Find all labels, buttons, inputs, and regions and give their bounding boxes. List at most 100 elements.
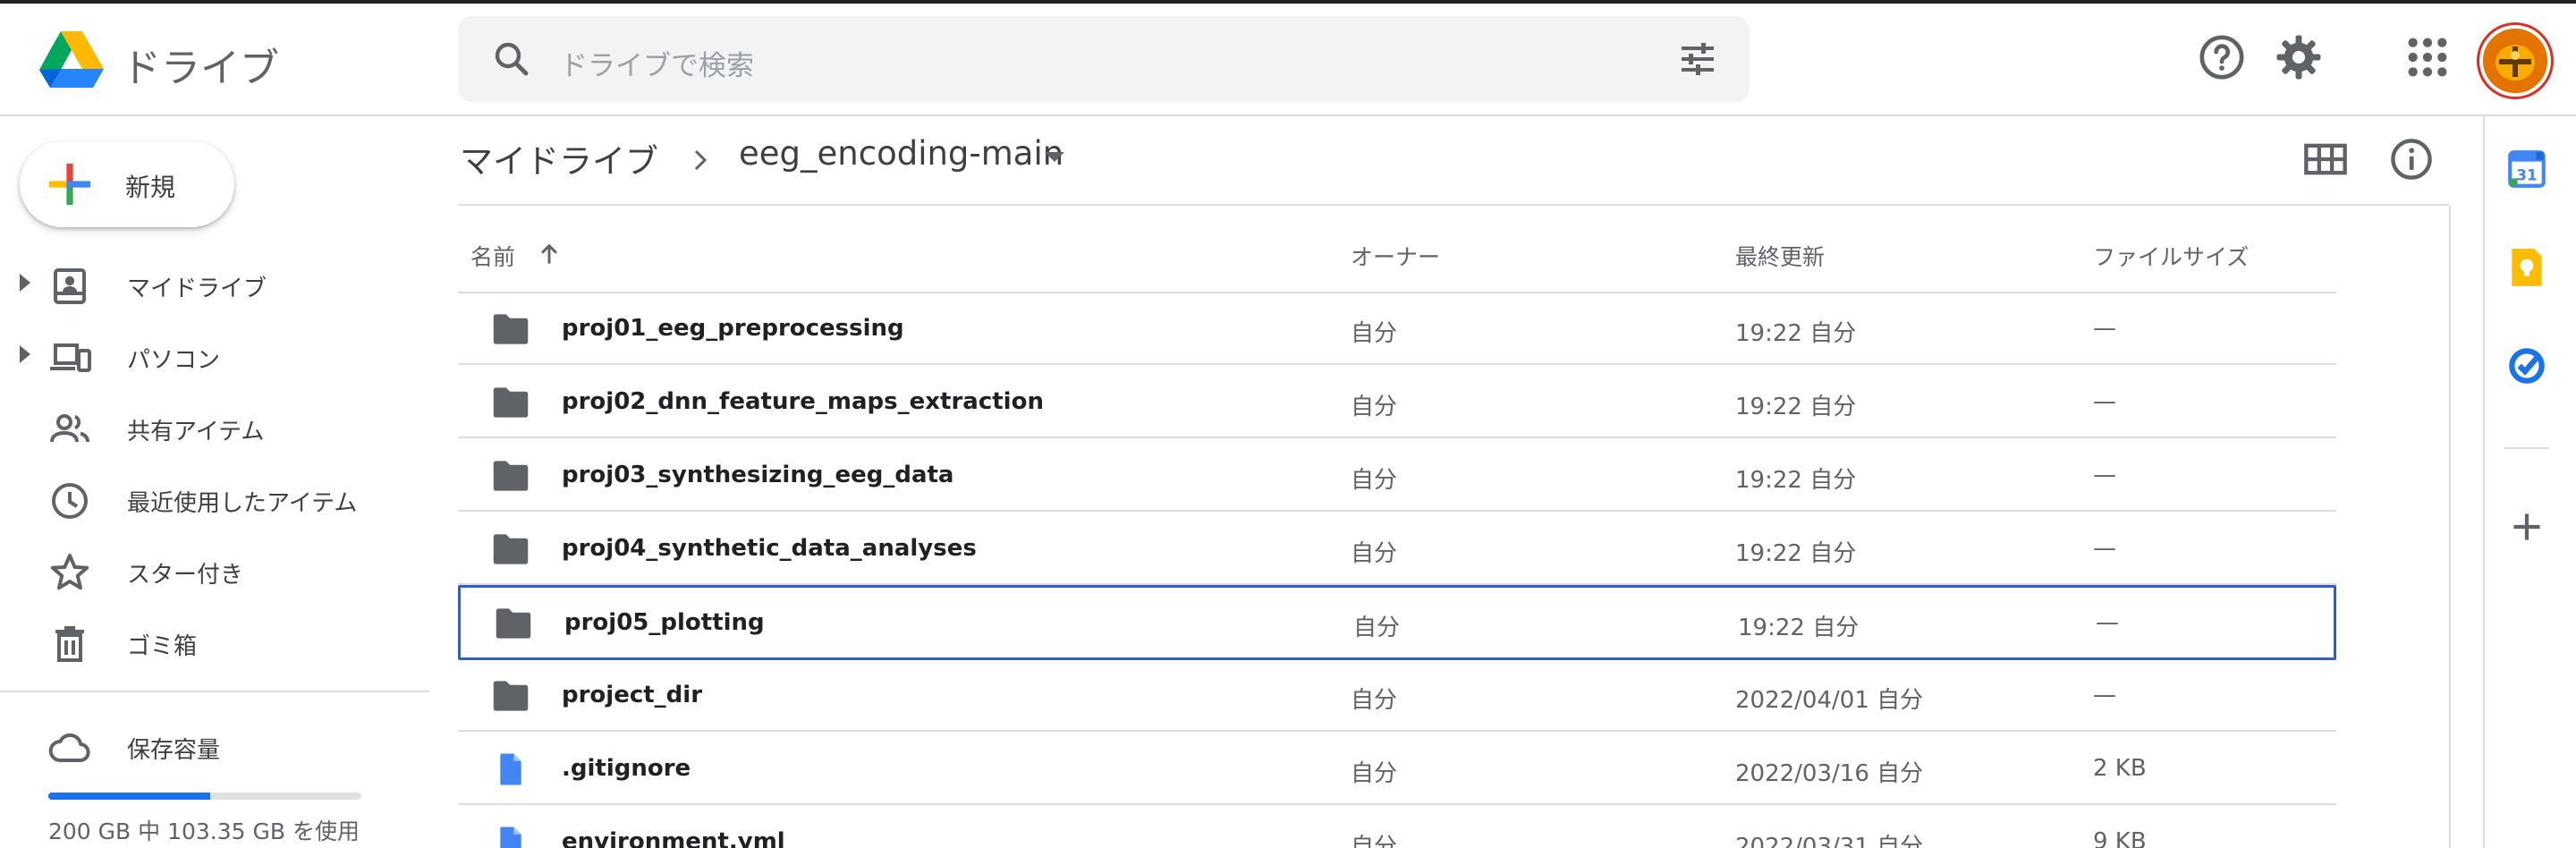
search-options-icon[interactable] bbox=[1676, 38, 1719, 81]
cloud-icon bbox=[48, 733, 90, 762]
item-owner: 自分 bbox=[1353, 615, 1401, 641]
item-modified: 2022/04/01 自分 bbox=[1735, 687, 1924, 714]
item-size: — bbox=[2093, 315, 2116, 342]
item-owner: 自分 bbox=[1351, 760, 1398, 787]
item-size: — bbox=[2093, 535, 2116, 562]
sidebar-item-storage[interactable]: 保存容量 bbox=[0, 712, 429, 776]
new-button[interactable]: 新規 bbox=[20, 141, 234, 227]
item-name: environment.yml bbox=[562, 828, 785, 848]
new-button-label: 新規 bbox=[125, 173, 176, 202]
folder-icon bbox=[496, 608, 531, 639]
item-owner: 自分 bbox=[1351, 467, 1398, 494]
column-header-owner: オーナー bbox=[1351, 244, 1441, 270]
item-name: proj02_dnn_feature_maps_extraction bbox=[562, 388, 1044, 415]
expand-arrow-icon[interactable] bbox=[20, 345, 30, 363]
storage-usage-fill bbox=[48, 793, 210, 800]
expand-arrow-icon[interactable] bbox=[20, 274, 30, 292]
scrollbar-track[interactable] bbox=[2449, 206, 2451, 848]
item-owner: 自分 bbox=[1351, 834, 1398, 848]
search-bar[interactable]: ドライブで検索 bbox=[458, 16, 1750, 102]
keep-notes-icon[interactable] bbox=[2504, 245, 2549, 290]
item-modified: 2022/03/16 自分 bbox=[1735, 760, 1924, 787]
column-header-modified[interactable]: 最終更新 bbox=[1735, 240, 1825, 272]
item-modified: 19:22 自分 bbox=[1735, 467, 1857, 494]
add-addon-plus-icon[interactable] bbox=[2504, 505, 2549, 549]
item-size: 9 KB bbox=[2093, 828, 2147, 848]
sidebar-item-label: 最近使用したアイテム bbox=[127, 490, 358, 517]
item-owner: 自分 bbox=[1351, 320, 1398, 347]
sidebar-item-label: 共有アイテム bbox=[127, 419, 265, 445]
sidebar-divider bbox=[0, 691, 429, 692]
column-header-size[interactable]: ファイルサイズ bbox=[2093, 240, 2249, 272]
item-modified: 19:22 自分 bbox=[1735, 394, 1857, 420]
dropdown-arrow-icon[interactable] bbox=[1045, 152, 1064, 162]
folder-icon bbox=[493, 387, 529, 418]
info-icon[interactable] bbox=[2388, 136, 2435, 182]
folder-row[interactable]: proj05_plotting 自分 19:22 自分 — bbox=[458, 585, 2336, 660]
sidebar-item-recent[interactable]: 最近使用したアイテム bbox=[0, 465, 429, 530]
item-size: — bbox=[2093, 682, 2116, 708]
sidebar-item-label: パソコン bbox=[127, 347, 221, 374]
chevron-right-icon bbox=[694, 149, 708, 171]
app-title: ドライブ bbox=[122, 46, 279, 91]
item-name: proj01_eeg_preprocessing bbox=[562, 315, 904, 342]
item-size: — bbox=[2096, 609, 2119, 636]
plus-icon bbox=[48, 163, 91, 206]
settings-gear-icon[interactable] bbox=[2274, 32, 2324, 82]
item-owner: 自分 bbox=[1351, 687, 1398, 714]
side-panel-divider bbox=[2483, 116, 2485, 848]
sidebar-item-my-drive[interactable]: マイドライブ bbox=[0, 250, 429, 315]
storage-usage-text: 200 GB 中 103.35 GB を使用 bbox=[48, 818, 360, 844]
folder-row[interactable]: proj02_dnn_feature_maps_extraction 自分 19:2… bbox=[458, 367, 2336, 438]
file-row[interactable]: .gitignore 自分 2022/03/16 自分 2 KB bbox=[458, 734, 2336, 805]
computers-icon bbox=[50, 343, 91, 372]
avatar-image-icon bbox=[2483, 29, 2547, 93]
toolbar-divider bbox=[458, 204, 2449, 206]
item-modified: 19:22 自分 bbox=[1735, 320, 1857, 347]
item-modified: 19:22 自分 bbox=[1738, 615, 1860, 641]
sidebar-item-trash[interactable]: ゴミ箱 bbox=[0, 608, 429, 673]
svg-text:31: 31 bbox=[2516, 167, 2537, 184]
sidebar-item-label: マイドライブ bbox=[127, 276, 267, 302]
folder-icon bbox=[493, 461, 529, 491]
item-name: .gitignore bbox=[562, 755, 691, 782]
folder-row[interactable]: proj03_synthesizing_eeg_data 自分 19:22 自分 — bbox=[458, 440, 2336, 512]
item-owner: 自分 bbox=[1351, 540, 1398, 567]
search-input[interactable]: ドライブで検索 bbox=[560, 43, 754, 83]
tasks-icon[interactable] bbox=[2504, 343, 2549, 388]
search-icon[interactable] bbox=[490, 38, 533, 81]
sidebar-item-shared[interactable]: 共有アイテム bbox=[0, 394, 429, 458]
account-avatar[interactable] bbox=[2479, 25, 2551, 97]
storage-usage-bar bbox=[48, 793, 361, 800]
item-modified: 19:22 自分 bbox=[1735, 540, 1857, 567]
file-row[interactable]: environment.yml 自分 2022/03/31 自分 9 KB bbox=[458, 807, 2336, 848]
help-icon[interactable] bbox=[2197, 32, 2247, 82]
item-name: proj05_plotting bbox=[564, 609, 765, 636]
clock-icon bbox=[52, 483, 88, 519]
item-size: 2 KB bbox=[2093, 755, 2147, 782]
trash-icon bbox=[55, 626, 84, 662]
document-file-icon bbox=[500, 827, 521, 848]
folder-row[interactable]: proj01_eeg_preprocessing 自分 19:22 自分 — bbox=[458, 293, 2336, 365]
sidebar-item-starred[interactable]: スター付き bbox=[0, 537, 429, 601]
folder-row[interactable]: project_dir 自分 2022/04/01 自分 — bbox=[458, 660, 2336, 732]
sidebar-item-computers[interactable]: パソコン bbox=[0, 322, 429, 386]
my-drive-icon bbox=[54, 268, 86, 304]
grid-view-icon[interactable] bbox=[2302, 136, 2349, 182]
apps-grid-icon[interactable] bbox=[2402, 32, 2453, 82]
sidebar-item-label: ゴミ箱 bbox=[127, 633, 198, 660]
storage-label: 保存容量 bbox=[127, 737, 221, 764]
breadcrumb-root[interactable]: マイドライブ bbox=[460, 134, 658, 182]
sort-ascending-icon[interactable] bbox=[535, 240, 564, 268]
folder-row[interactable]: proj04_synthetic_data_analyses 自分 19:22 自分… bbox=[458, 513, 2336, 585]
item-modified: 2022/03/31 自分 bbox=[1735, 834, 1924, 848]
column-header-name[interactable]: 名前 bbox=[470, 240, 515, 272]
folder-icon bbox=[493, 681, 529, 711]
drive-logo-icon[interactable] bbox=[38, 29, 106, 89]
calendar-icon[interactable]: 31 bbox=[2504, 147, 2549, 191]
star-icon bbox=[50, 554, 89, 590]
breadcrumb-current-folder[interactable]: eeg_encoding-main bbox=[739, 134, 1063, 173]
side-panel-separator bbox=[2504, 447, 2549, 449]
app-header: ドライブ ドライブで検索 bbox=[0, 4, 2576, 116]
item-size: — bbox=[2093, 462, 2116, 488]
